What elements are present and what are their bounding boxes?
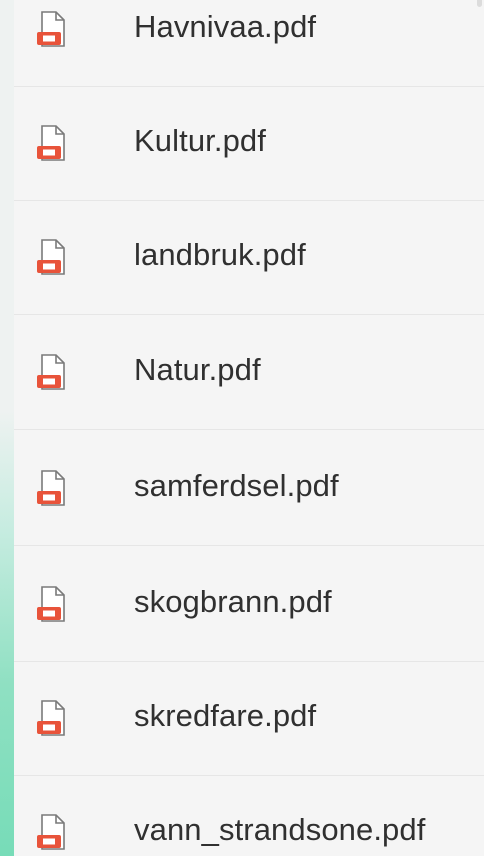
pdf-file-icon <box>37 125 65 161</box>
file-name-label: landbruk.pdf <box>134 237 306 272</box>
desktop-background-strip <box>0 0 14 856</box>
file-row-skogbrann[interactable]: skogbrann.pdf <box>14 548 484 662</box>
file-row-skredfare[interactable]: skredfare.pdf <box>14 662 484 776</box>
file-row-samferdsel[interactable]: samferdsel.pdf <box>14 432 484 546</box>
pdf-file-icon <box>37 11 65 47</box>
scrollbar-thumb[interactable] <box>477 0 482 7</box>
file-row-natur[interactable]: Natur.pdf <box>14 316 484 430</box>
file-name-label: Natur.pdf <box>134 352 261 387</box>
file-row-havnivaa[interactable]: Havnivaa.pdf <box>14 0 484 87</box>
file-name-label: skredfare.pdf <box>134 698 317 733</box>
file-list: Havnivaa.pdf Kultur.pdf landbruk.pdf Nat… <box>14 0 484 856</box>
file-name-label: skogbrann.pdf <box>134 584 332 619</box>
file-name-label: Havnivaa.pdf <box>134 9 317 44</box>
pdf-file-icon <box>37 470 65 506</box>
pdf-file-icon <box>37 354 65 390</box>
pdf-file-icon <box>37 814 65 850</box>
file-row-vann-strandsone[interactable]: vann_strandsone.pdf <box>14 776 484 856</box>
file-row-landbruk[interactable]: landbruk.pdf <box>14 201 484 315</box>
file-name-label: vann_strandsone.pdf <box>134 812 426 847</box>
file-name-label: samferdsel.pdf <box>134 468 339 503</box>
file-row-kultur[interactable]: Kultur.pdf <box>14 87 484 201</box>
file-name-label: Kultur.pdf <box>134 123 266 158</box>
pdf-file-icon <box>37 586 65 622</box>
pdf-file-icon <box>37 700 65 736</box>
pdf-file-icon <box>37 239 65 275</box>
